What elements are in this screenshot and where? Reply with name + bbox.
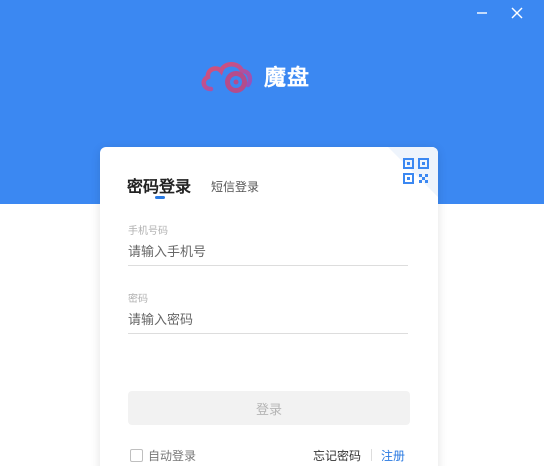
- brand-name: 魔盘: [264, 66, 311, 91]
- register-link[interactable]: 注册: [381, 447, 405, 464]
- qr-code-icon[interactable]: [402, 157, 430, 185]
- close-icon: [511, 7, 523, 19]
- link-divider: [371, 449, 372, 461]
- cloud-disc-icon: [201, 62, 253, 93]
- tab-password-login[interactable]: 密码登录: [127, 173, 191, 197]
- login-card: 密码登录 短信登录 手机号码 密码 登录 自动登录 忘记密码 注册: [100, 147, 438, 466]
- password-label: 密码: [128, 294, 148, 305]
- forgot-password-link[interactable]: 忘记密码: [313, 447, 361, 464]
- password-input[interactable]: [128, 307, 408, 334]
- minimize-button[interactable]: [471, 2, 493, 24]
- minimize-icon: [477, 12, 487, 14]
- phone-input[interactable]: [128, 239, 408, 266]
- auto-login-label: 自动登录: [148, 449, 197, 463]
- close-button[interactable]: [506, 2, 528, 24]
- login-button[interactable]: 登录: [128, 391, 410, 425]
- checkbox-box[interactable]: [130, 449, 143, 462]
- brand: 魔盘: [199, 56, 310, 96]
- auto-login-checkbox[interactable]: 自动登录: [130, 447, 196, 464]
- active-tab-indicator: [155, 196, 165, 199]
- phone-label: 手机号码: [128, 226, 168, 237]
- tab-sms-login[interactable]: 短信登录: [211, 178, 259, 195]
